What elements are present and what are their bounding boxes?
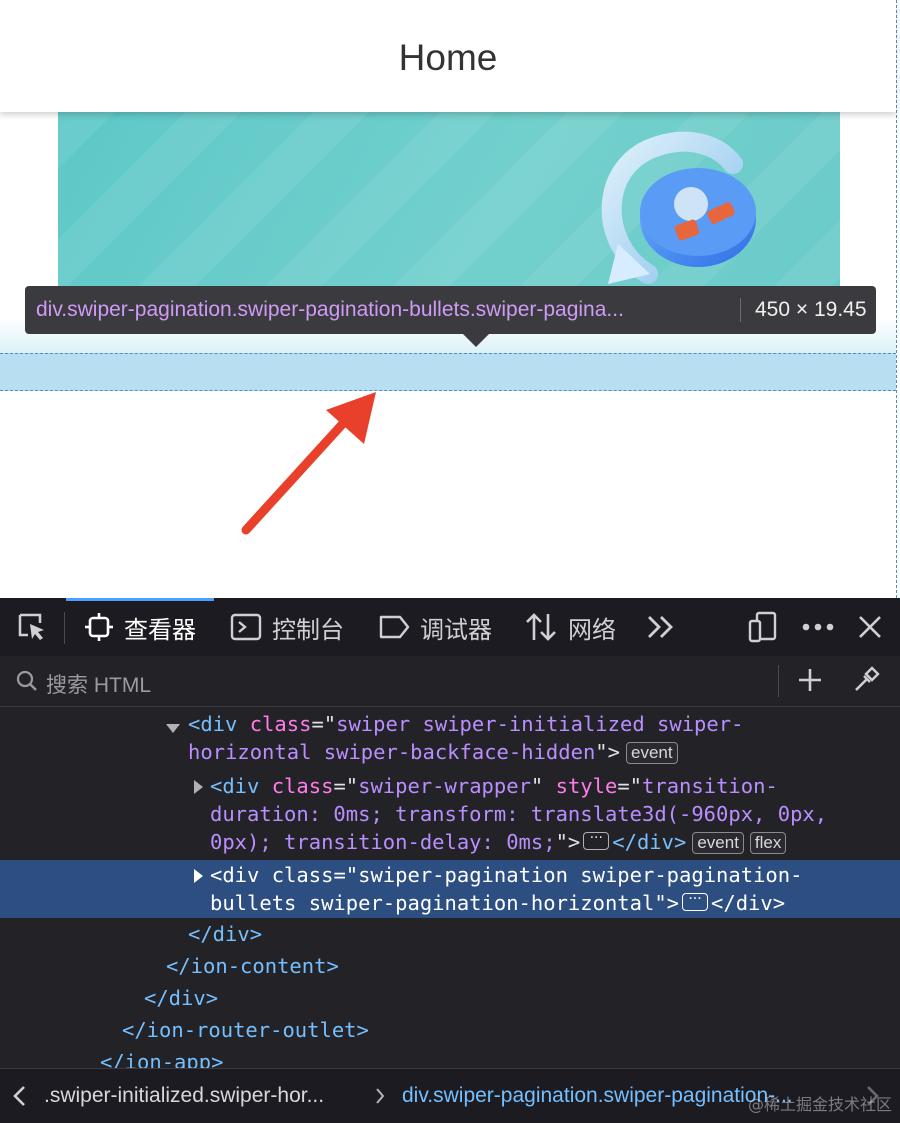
chevron-left-icon[interactable]: [12, 1085, 28, 1107]
red-arrow-annotation-icon: [241, 392, 376, 535]
swiper-banner-slide[interactable]: [58, 112, 840, 312]
inspector-tooltip: div.swiper-pagination.swiper-pagination-…: [25, 286, 876, 347]
attr-value: bullets swiper-pagination-horizontal: [210, 891, 655, 915]
tab-network[interactable]: 网络: [524, 598, 616, 656]
collapse-triangle-icon[interactable]: [166, 724, 180, 733]
html-search-bar: 搜索 HTML: [0, 656, 900, 707]
tab-debugger[interactable]: 调试器: [378, 598, 492, 656]
network-icon: [526, 613, 556, 641]
tag-text: </div>: [711, 891, 786, 915]
tree-node-swiper-pagination-selected[interactable]: <div class="swiper-pagination swiper-pag…: [0, 860, 900, 918]
tab-label: 控制台: [272, 616, 344, 644]
console-icon: [230, 613, 262, 641]
tab-label: 查看器: [124, 616, 196, 644]
tab-label: 网络: [568, 616, 616, 644]
element-picker-icon[interactable]: [16, 598, 48, 656]
flex-badge[interactable]: flex: [749, 832, 787, 854]
tag-text: <div: [188, 712, 250, 736]
more-tabs-chevron-icon[interactable]: [646, 598, 676, 656]
collapsed-content-icon[interactable]: ···: [583, 831, 610, 850]
event-badge[interactable]: event: [625, 742, 678, 764]
attr-value: transition-: [642, 774, 778, 798]
more-options-icon[interactable]: [802, 598, 834, 656]
toolbar-divider: [64, 612, 65, 644]
attr-value: swiper-wrapper: [358, 774, 531, 798]
attr-value: duration: 0ms; transform: translate3d(-9…: [210, 802, 828, 826]
tag-text: </div>: [612, 830, 687, 854]
app-header: Home: [0, 0, 896, 112]
tooltip-size: 450 × 19.45: [755, 298, 867, 321]
search-divider: [778, 665, 779, 697]
page-title: Home: [398, 37, 498, 78]
tag-text: <div: [210, 863, 272, 887]
responsive-design-icon[interactable]: [748, 598, 778, 656]
disc-rotate-illustration-icon: [601, 131, 756, 284]
closing-tag[interactable]: </ion-content>: [166, 952, 339, 980]
breadcrumb-item[interactable]: .swiper-initialized.swiper-hor...: [44, 1084, 324, 1108]
highlighted-pagination-element: [0, 353, 896, 391]
attr-value: swiper swiper-initialized swiper-: [336, 712, 744, 736]
breadcrumb: .swiper-initialized.swiper-hor... div.sw…: [0, 1068, 900, 1123]
close-icon[interactable]: [858, 598, 882, 656]
expand-triangle-icon[interactable]: [194, 780, 203, 794]
devtools-toolbar: 查看器 控制台 调试器 网络: [0, 598, 900, 657]
attr-value: 0px); transition-delay: 0ms;: [210, 830, 556, 854]
attr-name: class: [249, 712, 312, 736]
tag-close: ">: [595, 740, 620, 764]
tab-inspector[interactable]: 查看器: [84, 598, 196, 656]
attr-eq: =": [311, 712, 337, 736]
viewport-guide-line: [896, 0, 897, 598]
add-node-icon[interactable]: [796, 666, 824, 694]
attr-value: swiper-pagination swiper-pagination-: [358, 863, 803, 887]
attr-value: horizontal swiper-backface-hidden: [188, 740, 596, 764]
breadcrumb-separator-icon: [376, 1088, 385, 1104]
event-badge[interactable]: event: [692, 832, 744, 854]
tree-node-swiper[interactable]: <div class="swiper swiper-initialized sw…: [0, 710, 900, 770]
tag-text: <div: [210, 774, 272, 798]
attr-name: class: [271, 863, 334, 887]
app-preview: Home div.swiper-pagination.swiper-pagina…: [0, 0, 900, 598]
tree-node-swiper-wrapper[interactable]: <div class="swiper-wrapper" style="trans…: [0, 772, 900, 858]
debugger-icon: [379, 615, 410, 639]
collapsed-content-icon[interactable]: ···: [682, 892, 709, 911]
devtools-panel: 查看器 控制台 调试器 网络 搜索 HTML <div class="swipe…: [0, 598, 900, 1123]
tab-label: 调试器: [420, 616, 492, 644]
closing-tag[interactable]: </div>: [144, 984, 218, 1012]
inspector-icon: [85, 613, 113, 641]
search-icon: [16, 670, 37, 691]
watermark: @稀土掘金技术社区: [747, 1095, 892, 1114]
tooltip-selector: div.swiper-pagination.swiper-pagination-…: [36, 298, 624, 321]
closing-tag[interactable]: </ion-app>: [100, 1048, 223, 1068]
html-tree: <div class="swiper swiper-initialized sw…: [0, 706, 900, 1068]
attr-name: class: [271, 774, 334, 798]
tooltip-divider: [740, 298, 741, 322]
closing-tag[interactable]: </div>: [188, 920, 262, 948]
attr-name: style: [555, 774, 618, 798]
tab-console[interactable]: 控制台: [230, 598, 344, 656]
expand-triangle-icon[interactable]: [194, 869, 203, 883]
search-input[interactable]: 搜索 HTML: [46, 669, 151, 699]
closing-tag[interactable]: </ion-router-outlet>: [122, 1016, 369, 1044]
eyedropper-icon[interactable]: [852, 666, 880, 694]
